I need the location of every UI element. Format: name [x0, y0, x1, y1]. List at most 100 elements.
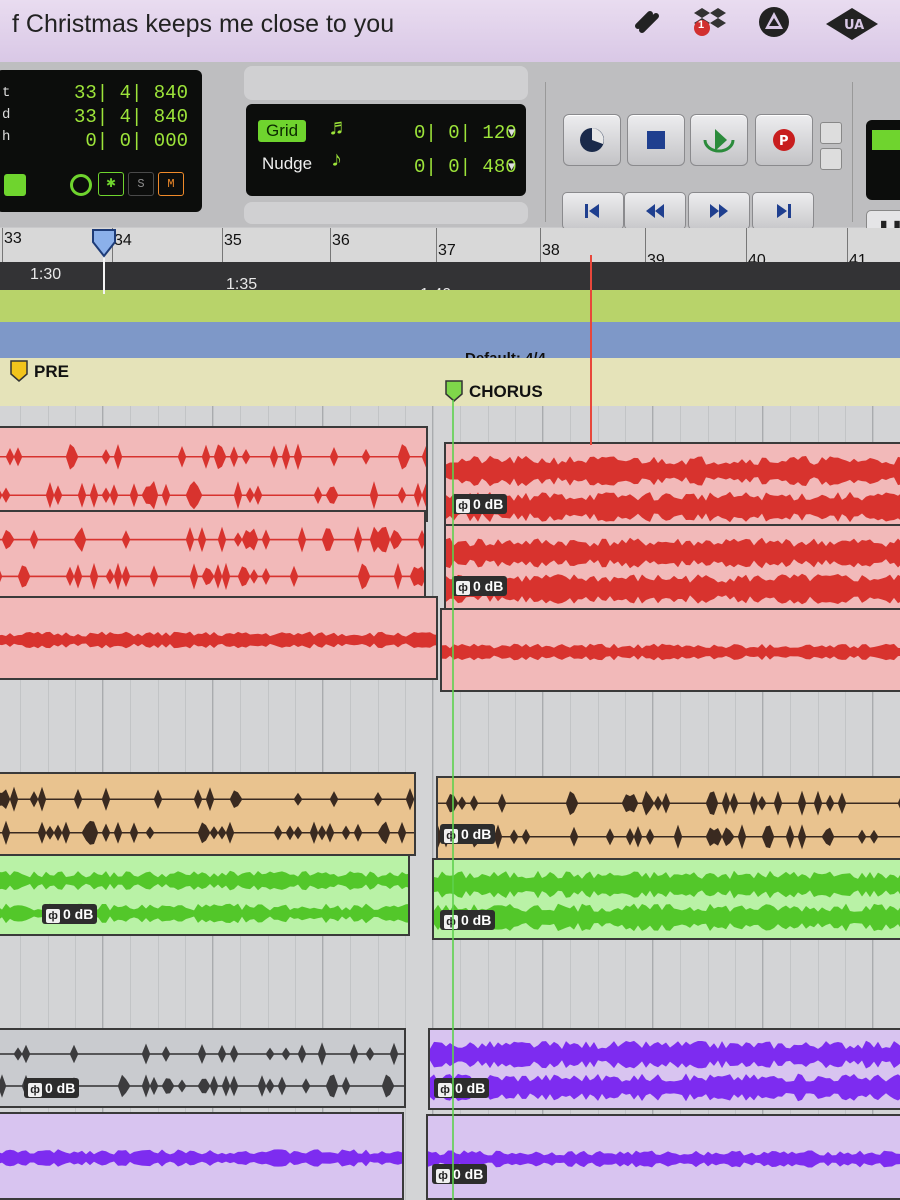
waveform: [0, 443, 426, 510]
avid-icon[interactable]: [756, 4, 796, 44]
clip-red-2b[interactable]: ф0 dB: [444, 524, 900, 614]
clip-purple-c[interactable]: [0, 1112, 404, 1200]
clip-tan-b[interactable]: ф0 dB: [436, 776, 900, 860]
fast-forward-button[interactable]: [688, 192, 750, 230]
clip-red-3b[interactable]: [440, 608, 900, 692]
waveform: [446, 537, 900, 605]
window-title: f Christmas keeps me close to you: [12, 10, 395, 38]
clip-gain-label: 0 dB: [45, 1080, 76, 1096]
grid-nudge-display[interactable]: Grid ♬ 0| 0| 120 ▼ Nudge ♪ 0| 0| 480 ▼: [246, 104, 526, 196]
marker-chorus-label: CHORUS: [469, 382, 543, 401]
tempo-ruler[interactable]: [0, 290, 900, 322]
grid-note-icon: ♬: [330, 116, 344, 141]
stop-button[interactable]: [627, 114, 685, 166]
marker-chorus-icon: [445, 380, 463, 402]
edit-window-toolbar: t d h 33| 4| 840 33| 4| 840 0| 0| 000 ✱ …: [0, 62, 900, 246]
fader-icon: ф: [444, 915, 458, 929]
clip-gain-badge[interactable]: ф0 dB: [24, 1078, 80, 1098]
clip-gain-badge[interactable]: ф0 dB: [434, 1078, 490, 1098]
nudge-dropdown-icon[interactable]: ▼: [508, 160, 515, 174]
doc-icon[interactable]: [4, 174, 26, 196]
rewind-icon: [646, 204, 664, 218]
post-roll-toggle[interactable]: [820, 148, 842, 170]
go-to-start-icon: [585, 204, 599, 218]
title-bar: f Christmas keeps me close to you 1 UA: [0, 0, 900, 62]
fader-icon: ф: [46, 909, 60, 923]
clip-gain-label: 0 dB: [453, 1166, 484, 1182]
nudge-note-icon: ♪: [330, 148, 344, 173]
solo-button[interactable]: S: [128, 172, 154, 196]
bar-number: 35: [224, 232, 242, 249]
bar-number: 38: [542, 242, 560, 259]
go-to-start-button[interactable]: [562, 192, 624, 230]
stop-icon: [647, 131, 665, 149]
fader-icon: ф: [456, 499, 470, 513]
play-icon: [703, 129, 735, 153]
clip-gain-label: 0 dB: [461, 826, 492, 842]
clip-layer: ф0 dB ф 0 dB ф 0 dB ф 0 dB ф 0 dB ф 0 dB ф 0 dB ф 0 dB: [0, 406, 900, 1200]
dropbox-icon[interactable]: 1: [690, 2, 730, 42]
loop-icon[interactable]: [70, 174, 92, 196]
nudge-label[interactable]: Nudge: [262, 154, 312, 174]
clip-red-1a[interactable]: [0, 426, 428, 522]
nudge-value[interactable]: 0| 0| 480: [414, 156, 517, 178]
playhead-icon[interactable]: [91, 228, 117, 263]
clip-red-2a[interactable]: [0, 510, 426, 602]
online-icon: [580, 128, 604, 152]
fader-icon: ф: [456, 581, 470, 595]
waveform: [0, 1149, 402, 1167]
bar-number: 37: [438, 242, 456, 259]
clip-gain-label: 0 dB: [473, 496, 504, 512]
snowflake-icon[interactable]: ✱: [98, 172, 124, 196]
waveform: [0, 786, 414, 845]
fader-icon: ф: [444, 829, 458, 843]
record-button[interactable]: P: [755, 114, 813, 166]
secondary-counter[interactable]: [866, 120, 900, 200]
clip-purple-d[interactable]: ф0 dB: [426, 1114, 900, 1200]
grid-value[interactable]: 0| 0| 120: [414, 122, 517, 144]
meter-ruler[interactable]: Default: 4/4: [0, 322, 900, 367]
play-button[interactable]: [690, 114, 748, 166]
marker-pre-icon: [10, 360, 28, 382]
record-icon: P: [773, 129, 795, 151]
waveform: [434, 870, 900, 932]
markers-ruler[interactable]: PRE CHORUS: [0, 358, 900, 406]
clip-gain-badge[interactable]: ф0 dB: [440, 824, 496, 844]
min-sec-label: 1:30: [30, 266, 62, 283]
clip-green-a[interactable]: ф0 dB: [0, 854, 410, 936]
squarespace-icon[interactable]: [628, 2, 668, 42]
dropbox-badge: 1: [698, 19, 705, 31]
go-to-end-button[interactable]: [752, 192, 814, 230]
waveform: [430, 1040, 900, 1102]
clip-gain-label: 0 dB: [473, 578, 504, 594]
mute-button[interactable]: M: [158, 172, 184, 196]
clip-gain-label: 0 dB: [455, 1080, 486, 1096]
clip-red-3a[interactable]: [0, 596, 438, 680]
tracks-area[interactable]: ф0 dB ф 0 dB ф 0 dB ф 0 dB ф 0 dB ф 0 dB ф 0 dB ф 0 dB: [0, 406, 900, 1200]
bar-number: 33: [4, 230, 22, 247]
pre-roll-toggle[interactable]: [820, 122, 842, 144]
clip-red-1b[interactable]: ф0 dB: [444, 442, 900, 532]
svg-text:P: P: [779, 134, 789, 149]
grid-dropdown-icon[interactable]: ▼: [508, 126, 515, 140]
clip-gain-badge[interactable]: ф0 dB: [452, 576, 508, 596]
clip-gain-badge[interactable]: ф0 dB: [42, 904, 98, 924]
waveform: [446, 455, 900, 523]
clip-gain-badge[interactable]: ф0 dB: [432, 1164, 488, 1184]
waveform: [442, 643, 900, 661]
waveform: [428, 1150, 900, 1168]
clip-green-b[interactable]: ф0 dB: [432, 858, 900, 940]
clip-purple-b[interactable]: ф0 dB: [428, 1028, 900, 1110]
online-button[interactable]: [563, 114, 621, 166]
clip-gain-badge[interactable]: ф0 dB: [452, 494, 508, 514]
grid-label[interactable]: Grid: [258, 120, 307, 142]
counter-display[interactable]: t d h 33| 4| 840 33| 4| 840 0| 0| 000 ✱ …: [0, 70, 202, 212]
rewind-button[interactable]: [624, 192, 686, 230]
clip-tan-a[interactable]: [0, 772, 416, 856]
clip-gray-a[interactable]: ф0 dB: [0, 1028, 406, 1108]
uad-icon[interactable]: UA: [822, 4, 882, 44]
toolbar-slot-top: [244, 66, 528, 100]
go-to-end-icon: [777, 204, 791, 218]
waveform: [0, 526, 424, 591]
clip-gain-badge[interactable]: ф0 dB: [440, 910, 496, 930]
